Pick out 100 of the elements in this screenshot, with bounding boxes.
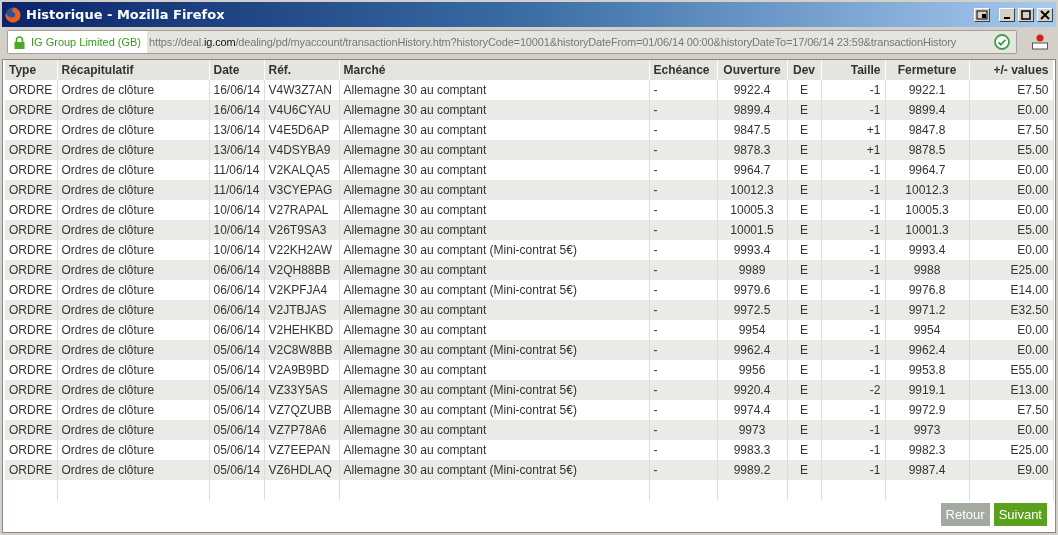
browser-logo-icon: [5, 6, 21, 23]
table-cell: 9878.5: [885, 140, 969, 160]
table-cell: -1: [821, 300, 885, 320]
table-cell: 10001.3: [885, 220, 969, 240]
table-cell: ORDRE: [5, 220, 57, 240]
minimize-icon: [1004, 16, 1010, 19]
table-cell: Ordres de clôture: [57, 380, 209, 400]
table-cell: Ordres de clôture: [57, 420, 209, 440]
table-cell: V4U6CYAU: [264, 100, 339, 120]
table-cell: 9878.3: [717, 140, 787, 160]
table-cell: 16/06/14: [209, 100, 264, 120]
panel-icon: [976, 9, 988, 20]
table-cell: -: [649, 340, 717, 360]
check-icon: [994, 34, 1010, 50]
table-cell: 13/06/14: [209, 140, 264, 160]
table-cell: ORDRE: [5, 460, 57, 480]
url-text: https://deal.ig.com/dealing/pd/myaccount/transactionHistory.htm?historyCode=10001&historyDateFrom=01/06/14 00:00&historyDateTo=17/06/14 23:59&transactionHistory: [148, 34, 958, 50]
table-cell: 06/06/14: [209, 260, 264, 280]
table-cell: E: [787, 220, 821, 240]
table-cell: -1: [821, 260, 885, 280]
table-cell: 05/06/14: [209, 340, 264, 360]
table-cell: -1: [821, 100, 885, 120]
panel-button[interactable]: [974, 7, 990, 22]
table-cell: Ordres de clôture: [57, 340, 209, 360]
column-header[interactable]: Dev: [787, 60, 821, 80]
column-header[interactable]: Type: [5, 60, 57, 80]
table-cell: E: [787, 380, 821, 400]
table-cell: 9989.2: [717, 460, 787, 480]
table-cell: -1: [821, 180, 885, 200]
table-cell: Ordres de clôture: [57, 220, 209, 240]
table-cell: 10012.3: [885, 180, 969, 200]
table-cell: -1: [821, 220, 885, 240]
table-cell: E32.50: [969, 300, 1053, 320]
table-cell: ORDRE: [5, 180, 57, 200]
table-cell: Allemagne 30 au comptant: [339, 300, 649, 320]
table-cell: ORDRE: [5, 140, 57, 160]
table-cell: 9988: [885, 260, 969, 280]
table-cell: Allemagne 30 au comptant: [339, 140, 649, 160]
table-cell: 05/06/14: [209, 460, 264, 480]
table-cell: E: [787, 340, 821, 360]
window-title: Historique - Mozilla Firefox: [26, 5, 225, 24]
table-cell: Allemagne 30 au comptant (Mini-contrat 5€): [339, 340, 649, 360]
table-cell: E25.00: [969, 260, 1053, 280]
table-cell: 9899.4: [717, 100, 787, 120]
table-cell: V3CYEPAG: [264, 180, 339, 200]
address-field[interactable]: IG Group Limited (GB) https://deal.ig.com/dealing/pd/myaccount/transactionHistory.htm?historyCode=10001&historyDateFrom=01/06/14 00:00&historyDateTo=17/06/14 23:59&transactionHistory: [7, 30, 1017, 54]
table-cell: E: [787, 100, 821, 120]
table-cell: E: [787, 260, 821, 280]
table-cell: VZ6HDLAQ: [264, 460, 339, 480]
table-cell: E: [787, 140, 821, 160]
table-cell: -: [649, 100, 717, 120]
table-cell: E9.00: [969, 460, 1053, 480]
table-cell: E0.00: [969, 100, 1053, 120]
close-icon: [1040, 9, 1050, 20]
table-cell: E5.00: [969, 140, 1053, 160]
table-cell: E: [787, 460, 821, 480]
column-header[interactable]: Ouverture: [717, 60, 787, 80]
column-header[interactable]: Marché: [339, 60, 649, 80]
table-cell: ORDRE: [5, 100, 57, 120]
table-cell: E0.00: [969, 340, 1053, 360]
table-cell: Allemagne 30 au comptant: [339, 180, 649, 200]
column-header[interactable]: Echéance: [649, 60, 717, 80]
table-cell: ORDRE: [5, 340, 57, 360]
column-header[interactable]: Réf.: [264, 60, 339, 80]
table-cell: V26T9SA3: [264, 220, 339, 240]
table-cell: -: [649, 220, 717, 240]
table-cell: 9962.4: [885, 340, 969, 360]
table-cell: ORDRE: [5, 260, 57, 280]
table-cell: 05/06/14: [209, 420, 264, 440]
column-header[interactable]: Date: [209, 60, 264, 80]
table-cell: Ordres de clôture: [57, 140, 209, 160]
table-cell: Ordres de clôture: [57, 100, 209, 120]
column-header[interactable]: Récapitulatif: [57, 60, 209, 80]
table-cell: -: [649, 420, 717, 440]
maximize-icon: [1021, 9, 1031, 20]
minimize-button[interactable]: [999, 7, 1015, 22]
table-cell: 10/06/14: [209, 220, 264, 240]
close-button[interactable]: [1037, 7, 1053, 22]
table-cell: VZ7P78A6: [264, 420, 339, 440]
column-header[interactable]: +/- values: [969, 60, 1053, 80]
table-cell: -: [649, 300, 717, 320]
addon-icon[interactable]: [1031, 33, 1049, 51]
table-cell: -1: [821, 460, 885, 480]
table-cell: 11/06/14: [209, 180, 264, 200]
column-header[interactable]: Taille: [821, 60, 885, 80]
table-cell: ORDRE: [5, 420, 57, 440]
table-cell: 9962.4: [717, 340, 787, 360]
table-cell: ORDRE: [5, 380, 57, 400]
table-cell: 9972.5: [717, 300, 787, 320]
table-cell: Ordres de clôture: [57, 300, 209, 320]
table-cell: Allemagne 30 au comptant: [339, 260, 649, 280]
table-cell: 9973: [717, 420, 787, 440]
table-cell: V2QH88BB: [264, 260, 339, 280]
table-cell: -: [649, 140, 717, 160]
maximize-button[interactable]: [1018, 7, 1034, 22]
table-cell: +1: [821, 140, 885, 160]
site-identity: IG Group Limited (GB): [31, 34, 142, 50]
table-cell: E13.00: [969, 380, 1053, 400]
column-header[interactable]: Fermeture: [885, 60, 969, 80]
table-cell: 06/06/14: [209, 300, 264, 320]
